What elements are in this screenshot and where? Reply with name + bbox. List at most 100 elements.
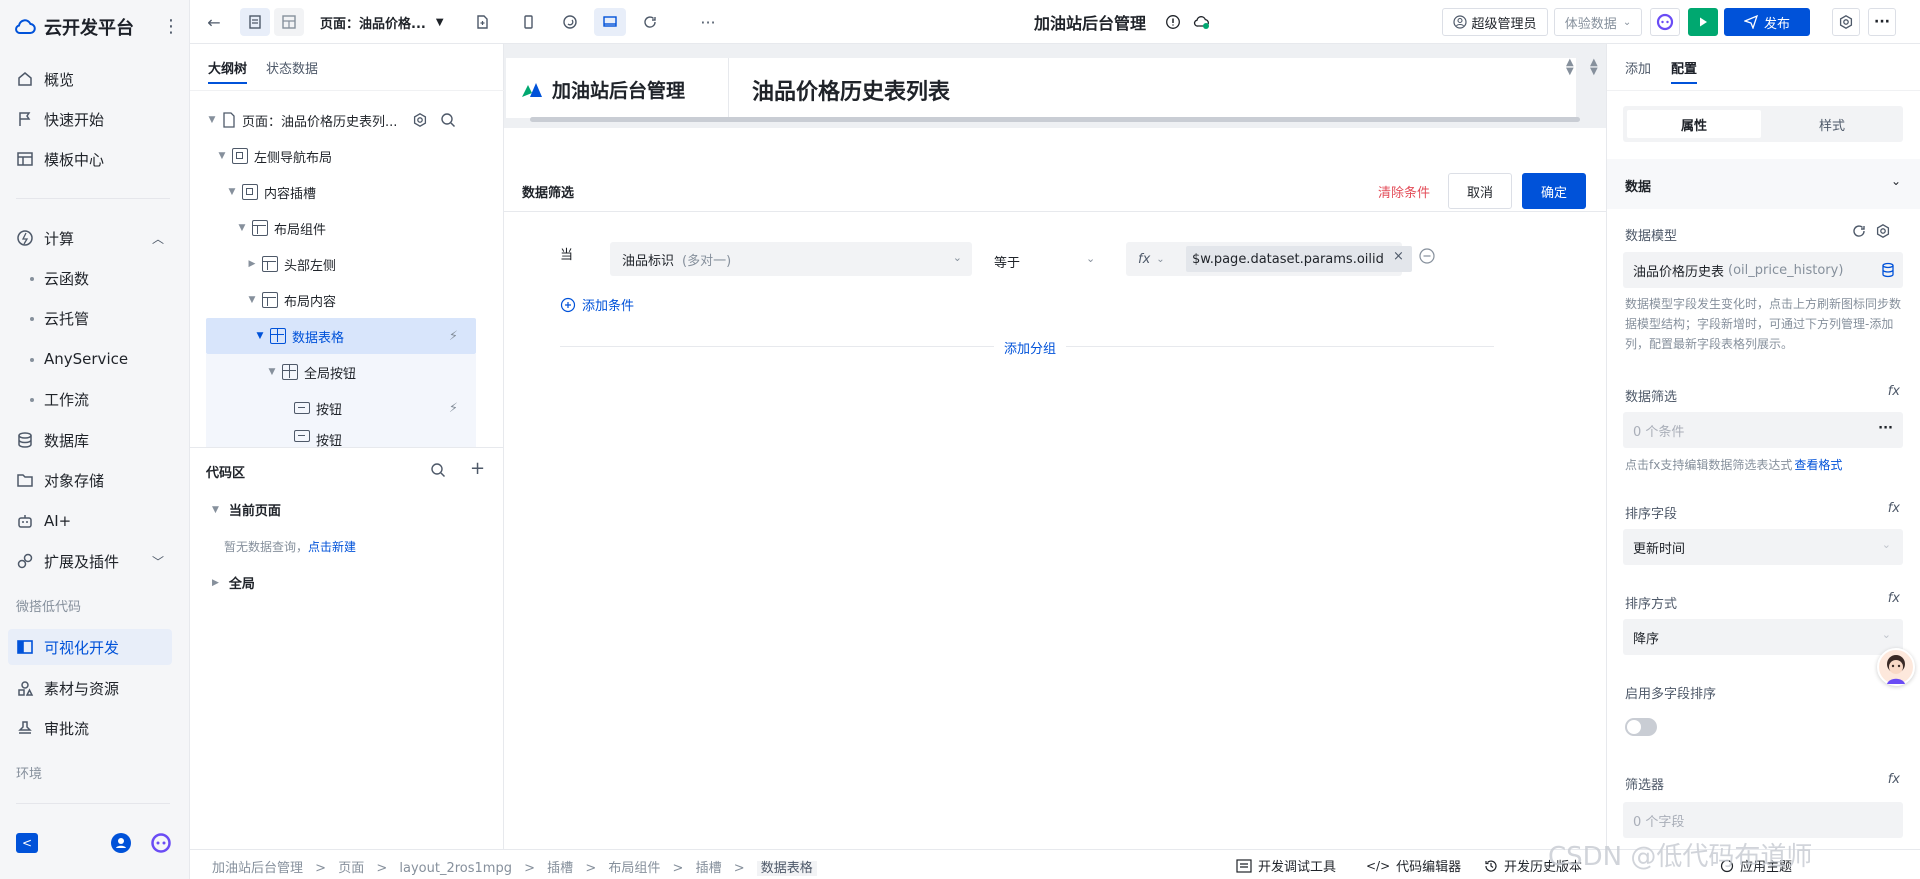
- code-current-page[interactable]: ▼ 当前页面: [212, 500, 281, 519]
- nav-cloud-hosting[interactable]: 云托管: [8, 300, 172, 336]
- resize-arrows-icon[interactable]: ▲ ▼: [1566, 58, 1574, 77]
- user-avatar-icon[interactable]: [111, 833, 131, 853]
- assistant-icon[interactable]: [150, 833, 172, 853]
- search-icon[interactable]: [440, 112, 456, 128]
- field-select[interactable]: 油品标识 (多对一) ⌄: [610, 242, 972, 276]
- search-icon[interactable]: [430, 462, 446, 478]
- add-condition-button[interactable]: 添加条件: [560, 295, 634, 314]
- sort-order-select[interactable]: 降序 ⌄: [1623, 619, 1903, 655]
- nav-database[interactable]: 数据库: [8, 422, 172, 458]
- nav-assets[interactable]: 素材与资源: [8, 670, 172, 706]
- tree-node-button[interactable]: 按钮 ⚡: [206, 390, 476, 426]
- tab-outline-tree[interactable]: 大纲树: [208, 58, 248, 84]
- cancel-button[interactable]: 取消: [1448, 173, 1512, 209]
- operator-select[interactable]: 等于 ⌄: [994, 252, 1095, 271]
- multi-sort-toggle[interactable]: [1625, 718, 1657, 736]
- more-button[interactable]: ···: [694, 8, 722, 36]
- event-bolt-icon[interactable]: ⚡: [449, 329, 458, 344]
- tree-node-page[interactable]: ▼ 页面：油品价格历史表列...: [206, 102, 476, 138]
- nav-templates[interactable]: 模板中心: [8, 141, 172, 177]
- add-icon[interactable]: +: [470, 458, 485, 479]
- confirm-button[interactable]: 确定: [1522, 173, 1586, 209]
- value-expression-field[interactable]: fx ⌄ $w.page.dataset.params.oilid ×: [1126, 242, 1412, 276]
- add-page-button[interactable]: [468, 8, 496, 36]
- ai-assistant-button[interactable]: [1650, 8, 1680, 36]
- collapse-sidebar-button[interactable]: <: [16, 833, 38, 853]
- fx-icon[interactable]: fx: [1888, 591, 1900, 606]
- env-select[interactable]: 体验数据 ⌄: [1554, 8, 1642, 36]
- horizontal-scrollbar[interactable]: [530, 117, 1580, 122]
- tab-add[interactable]: 添加: [1625, 58, 1651, 77]
- desktop-view-button[interactable]: [594, 8, 626, 36]
- debug-tools-button[interactable]: 开发调试工具: [1236, 856, 1336, 875]
- gear-icon[interactable]: [412, 112, 428, 128]
- miniprogram-view-button[interactable]: [556, 8, 584, 36]
- more-vertical-icon[interactable]: ⋮: [162, 16, 180, 37]
- breadcrumb-item[interactable]: 插槽: [696, 861, 722, 876]
- nav-visual-dev[interactable]: 可视化开发: [8, 629, 172, 665]
- publish-button[interactable]: 发布: [1724, 8, 1810, 36]
- tree-node-content-slot[interactable]: ▼ 内容插槽: [226, 174, 496, 210]
- fx-icon[interactable]: fx: [1138, 252, 1150, 267]
- mobile-view-button[interactable]: [514, 8, 542, 36]
- tree-node-button[interactable]: 按钮: [206, 426, 476, 447]
- nav-overview[interactable]: 概览: [8, 61, 172, 97]
- nav-anyservice[interactable]: AnyService: [8, 341, 172, 377]
- view-format-link[interactable]: 查看格式: [1794, 458, 1842, 472]
- breadcrumb-item-current[interactable]: 数据表格: [756, 861, 817, 876]
- nav-workflow[interactable]: 工作流: [8, 381, 172, 417]
- code-editor-button[interactable]: </> 代码编辑器: [1366, 856, 1461, 876]
- tab-config[interactable]: 配置: [1671, 58, 1698, 84]
- settings-button[interactable]: [1832, 8, 1860, 36]
- sort-field-select[interactable]: 更新时间 ⌄: [1623, 529, 1903, 565]
- tree-node-data-table[interactable]: ▼ 数据表格 ⚡: [206, 318, 476, 354]
- filterer-field[interactable]: 0 个字段: [1623, 802, 1903, 838]
- segment-props[interactable]: 属性: [1627, 110, 1761, 138]
- fx-icon[interactable]: fx: [1888, 384, 1900, 399]
- nav-storage[interactable]: 对象存储: [8, 462, 172, 498]
- resize-arrows-icon[interactable]: ▲ ▼: [1590, 58, 1598, 77]
- fx-icon[interactable]: fx: [1888, 772, 1900, 787]
- assistant-avatar[interactable]: [1877, 648, 1915, 686]
- page-select[interactable]: 页面：油品价格... ▼: [320, 8, 468, 36]
- section-data-header[interactable]: 数据 ⌄: [1607, 159, 1920, 209]
- tree-node-left-nav-layout[interactable]: ▼ 左侧导航布局: [216, 138, 486, 174]
- tree-node-layout-component[interactable]: ▼ 布局组件: [236, 210, 506, 246]
- breadcrumb-item[interactable]: layout_2ros1mpg: [399, 861, 512, 876]
- nav-plugins[interactable]: 扩展及插件 ﹀: [8, 543, 172, 579]
- run-button[interactable]: [1688, 8, 1718, 36]
- more-horizontal-icon[interactable]: ···: [1878, 421, 1893, 436]
- fx-icon[interactable]: fx: [1888, 501, 1900, 516]
- nav-ai[interactable]: AI+: [8, 503, 172, 539]
- nav-quickstart[interactable]: 快速开始: [8, 101, 172, 137]
- remove-condition-icon[interactable]: [1418, 247, 1436, 265]
- create-query-link[interactable]: 点击新建: [308, 540, 356, 554]
- tree-node-global-buttons[interactable]: ▼ 全局按钮: [206, 354, 476, 390]
- nav-compute[interactable]: 计算 ︿: [8, 220, 172, 256]
- clear-conditions-link[interactable]: 清除条件: [1378, 182, 1430, 201]
- more-options-button[interactable]: ···: [1868, 8, 1896, 36]
- nav-approval[interactable]: 审批流: [8, 710, 172, 746]
- code-global[interactable]: ▶ 全局: [212, 573, 255, 592]
- cloud-sync-icon[interactable]: [1190, 8, 1214, 36]
- layout-view-button[interactable]: [274, 8, 304, 36]
- page-view-button[interactable]: [240, 8, 270, 36]
- breadcrumb-item[interactable]: 插槽: [547, 861, 573, 876]
- refresh-button[interactable]: [636, 8, 664, 36]
- breadcrumb-item[interactable]: 页面: [338, 861, 364, 876]
- tab-state-data[interactable]: 状态数据: [266, 58, 318, 77]
- add-group-button[interactable]: 添加分组: [994, 338, 1067, 357]
- breadcrumb-item[interactable]: 布局组件: [608, 861, 660, 876]
- filter-field[interactable]: 0 个条件 ···: [1623, 412, 1903, 448]
- refresh-icon[interactable]: [1851, 223, 1867, 239]
- model-select[interactable]: 油品价格历史表 (oil_price_history): [1623, 252, 1903, 288]
- info-icon[interactable]: [1162, 8, 1184, 36]
- nav-cloud-function[interactable]: 云函数: [8, 260, 172, 296]
- gear-icon[interactable]: [1875, 223, 1891, 239]
- event-bolt-icon[interactable]: ⚡: [449, 401, 458, 416]
- role-button[interactable]: 超级管理员: [1442, 8, 1548, 36]
- close-icon[interactable]: ×: [1393, 249, 1404, 264]
- segment-style[interactable]: 样式: [1765, 110, 1899, 138]
- back-button[interactable]: ←: [200, 8, 228, 36]
- breadcrumb-item[interactable]: 加油站后台管理: [212, 861, 303, 876]
